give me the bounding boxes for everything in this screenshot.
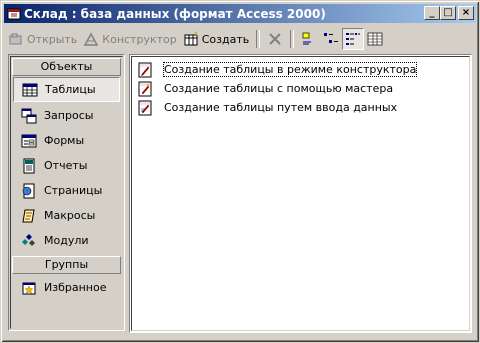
view-large-icons-button[interactable]: [298, 28, 320, 50]
sidebar-item-pages[interactable]: Страницы: [11, 178, 122, 203]
report-icon: [23, 158, 35, 173]
open-label: Открыть: [27, 32, 78, 46]
sidebar-item-label: Таблицы: [45, 83, 96, 96]
create-label: Создать: [201, 32, 250, 46]
groups-header-label: Группы: [44, 258, 89, 271]
sidebar-item-macros[interactable]: Макросы: [11, 203, 122, 228]
maximize-button[interactable]: □: [440, 6, 456, 20]
page-icon: [22, 183, 35, 198]
table-icon: [22, 83, 38, 96]
database-window: Склад : база данных (формат Access 2000)…: [0, 0, 480, 343]
objects-header[interactable]: Объекты: [12, 58, 121, 76]
close-icon: ×: [461, 7, 471, 18]
delete-button[interactable]: [264, 28, 286, 50]
form-icon: [21, 134, 37, 147]
small-icons-icon: [324, 33, 339, 43]
shortcut-design-view[interactable]: Создание таблицы в режиме конструктора: [132, 60, 469, 79]
objects-bar-inner: Объекты Таблицы Запросы Формы Отчеты Стр…: [10, 56, 123, 329]
view-details-button[interactable]: [364, 28, 386, 50]
entry-shortcut-icon: [138, 100, 152, 115]
objects-header-label: Объекты: [40, 60, 93, 73]
sidebar-item-label: Избранное: [44, 281, 107, 294]
shortcut-wizard[interactable]: Создание таблицы с помощью мастера: [132, 79, 469, 98]
objects-list: Создание таблицы в режиме конструктора С…: [131, 56, 470, 331]
favorites-icon: [22, 282, 36, 294]
close-button[interactable]: ×: [458, 6, 474, 20]
sidebar-item-reports[interactable]: Отчеты: [11, 153, 122, 178]
groups-header[interactable]: Группы: [12, 256, 121, 274]
open-icon: [9, 33, 22, 45]
shortcut-label: Создание таблицы с помощью мастера: [164, 82, 394, 95]
create-icon: [184, 31, 198, 46]
delete-icon: [269, 33, 281, 45]
shortcut-label: Создание таблицы в режиме конструктора: [162, 62, 418, 77]
sidebar-item-forms[interactable]: Формы: [11, 128, 122, 153]
window-controls: _ □ ×: [424, 6, 474, 20]
toolbar-separator: [256, 30, 261, 48]
minimize-button[interactable]: _: [424, 6, 440, 20]
sidebar-item-tables[interactable]: Таблицы: [13, 77, 120, 102]
sidebar-item-label: Запросы: [44, 109, 94, 122]
create-button[interactable]: Создать: [180, 28, 253, 50]
maximize-icon: □: [443, 7, 453, 18]
design-icon: [84, 32, 99, 46]
window-title: Склад : база данных (формат Access 2000): [24, 6, 326, 21]
sidebar-item-label: Модули: [44, 234, 89, 247]
open-button[interactable]: Открыть: [5, 28, 80, 50]
large-icons-icon: [302, 32, 312, 45]
view-list-button[interactable]: [342, 28, 365, 50]
database-app-icon: [7, 8, 21, 19]
design-label: Конструктор: [102, 32, 177, 46]
shortcut-data-entry[interactable]: Создание таблицы путем ввода данных: [132, 98, 469, 117]
sidebar-item-modules[interactable]: Модули: [11, 228, 122, 253]
module-icon: [22, 233, 35, 246]
design-shortcut-icon: [138, 62, 152, 77]
sidebar-item-favorites[interactable]: Избранное: [11, 275, 122, 300]
query-icon: [21, 108, 37, 123]
objects-list-pane: Создание таблицы в режиме конструктора С…: [129, 54, 472, 333]
minimize-icon: _: [429, 7, 435, 18]
title-bar[interactable]: Склад : база данных (формат Access 2000)…: [4, 4, 476, 23]
list-view-icon: [346, 33, 361, 45]
view-small-icons-button[interactable]: [320, 28, 342, 50]
toolbar-separator: [290, 30, 295, 48]
sidebar-item-label: Страницы: [44, 184, 103, 197]
sidebar-item-label: Формы: [44, 134, 85, 147]
toolbar: Открыть Конструктор Создать: [5, 27, 475, 51]
macro-icon: [22, 209, 35, 222]
wizard-shortcut-icon: [138, 81, 152, 96]
objects-bar: Объекты Таблицы Запросы Формы Отчеты Стр…: [8, 54, 125, 331]
sidebar-item-label: Отчеты: [44, 159, 88, 172]
design-button[interactable]: Конструктор: [80, 28, 179, 50]
sidebar-item-queries[interactable]: Запросы: [11, 103, 122, 128]
sidebar-item-label: Макросы: [44, 209, 96, 222]
details-view-icon: [367, 32, 383, 46]
shortcut-label: Создание таблицы путем ввода данных: [164, 101, 398, 114]
